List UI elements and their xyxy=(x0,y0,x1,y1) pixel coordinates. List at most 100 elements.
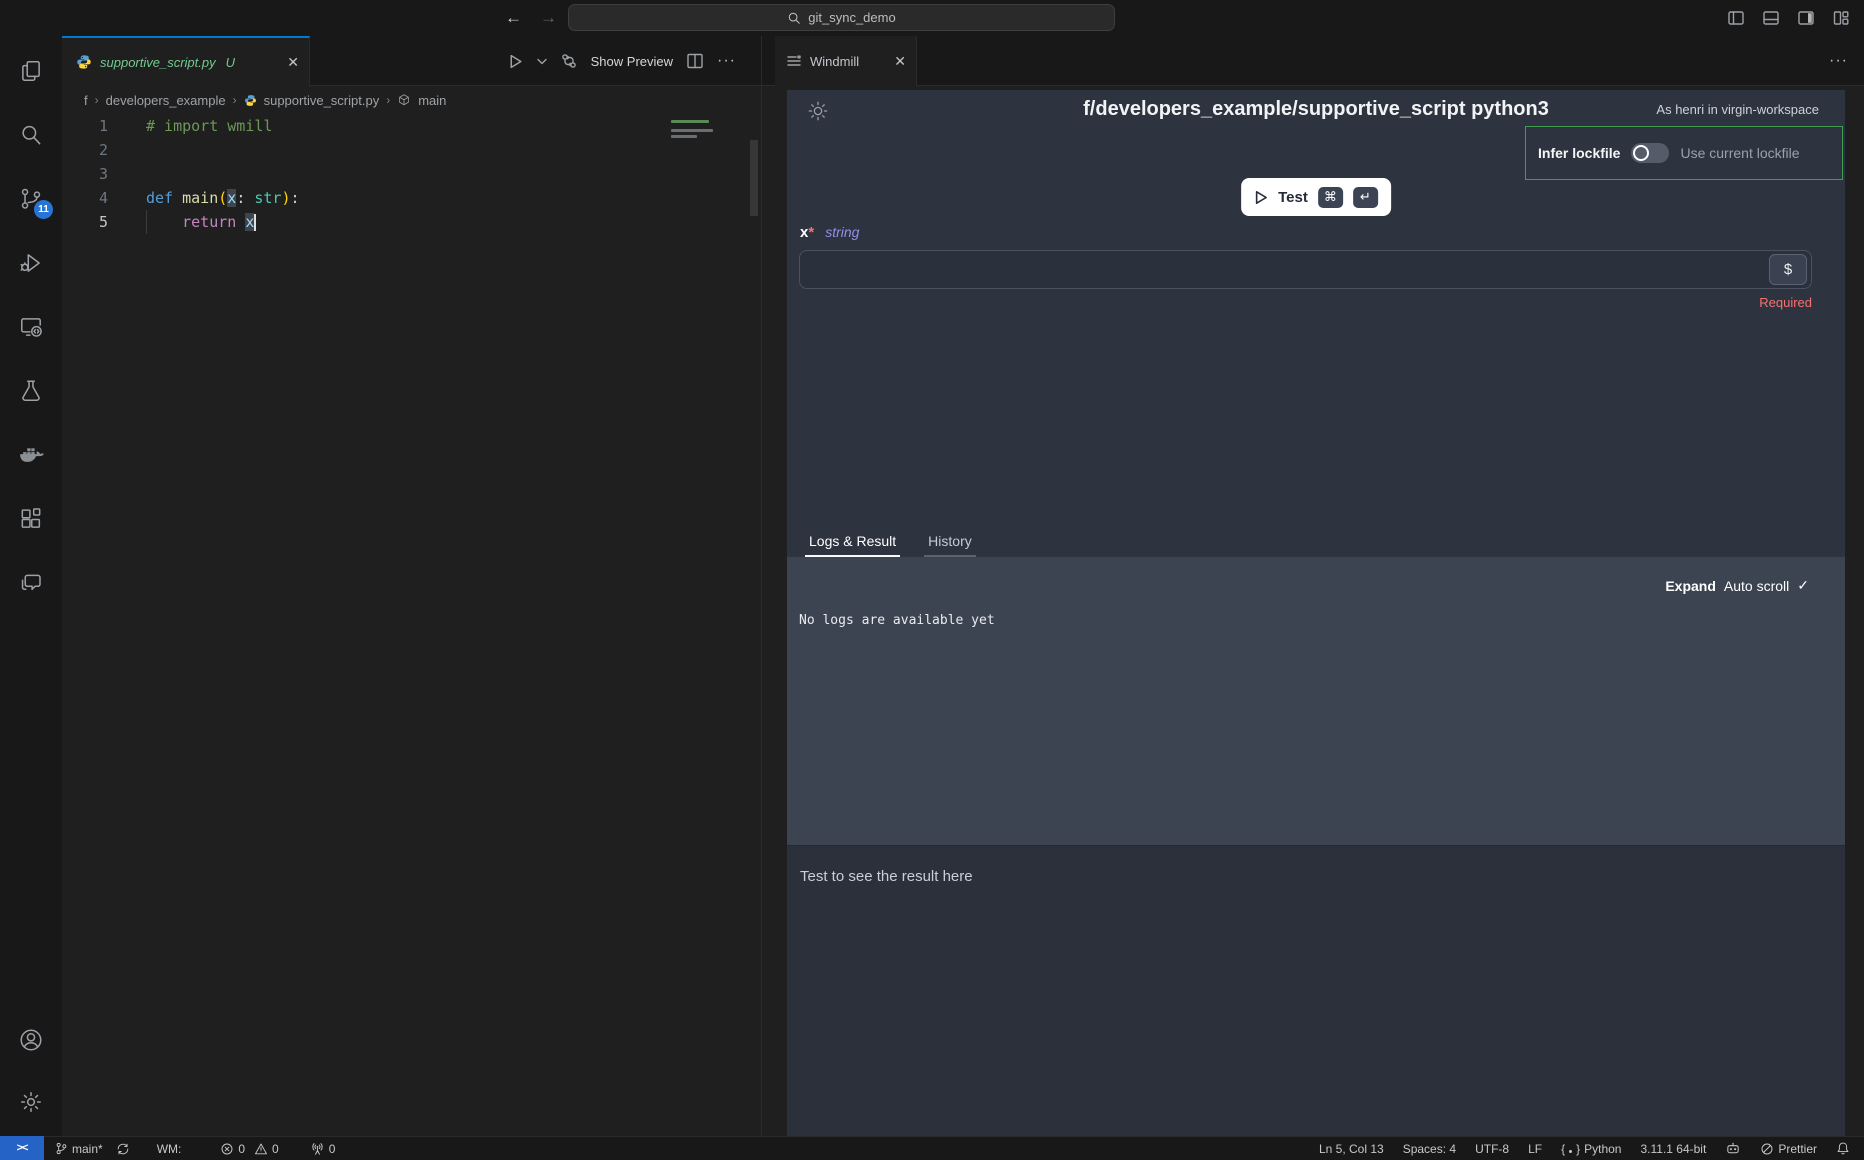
play-icon xyxy=(1254,190,1268,205)
tab-close-icon[interactable]: ✕ xyxy=(894,53,906,70)
formatter-name: Prettier xyxy=(1778,1142,1817,1156)
encoding-item[interactable]: UTF-8 xyxy=(1475,1142,1509,1156)
remote-indicator[interactable]: >< xyxy=(0,1136,44,1160)
wm-status-item[interactable]: WM: xyxy=(157,1142,182,1156)
python-interpreter-item[interactable]: 3.11.1 64-bit xyxy=(1640,1142,1706,1156)
line-number: 4 xyxy=(62,186,108,210)
run-dropdown-chevron-icon[interactable] xyxy=(537,58,547,65)
notifications-bell-icon[interactable] xyxy=(1836,1141,1850,1156)
editor-group: supportive_script.py U ✕ Show Preview xyxy=(62,36,762,1136)
infer-lockfile-label: Infer lockfile xyxy=(1538,145,1620,161)
tab-logs-result[interactable]: Logs & Result xyxy=(805,527,900,557)
enter-key-icon: ↵ xyxy=(1353,187,1378,208)
breadcrumb: f › developers_example › supportive_scri… xyxy=(62,86,761,114)
group-more-actions-icon[interactable]: ··· xyxy=(1829,52,1848,70)
scm-badge: 11 xyxy=(34,200,53,219)
search-value: git_sync_demo xyxy=(808,10,895,25)
title-bar: ← → git_sync_demo xyxy=(0,0,1864,36)
indentation-item[interactable]: Spaces: 4 xyxy=(1403,1142,1456,1156)
autoscroll-check-icon[interactable]: ✓ xyxy=(1797,577,1809,594)
robot-extension-icon[interactable] xyxy=(1725,1141,1741,1156)
open-changes-icon[interactable] xyxy=(560,52,578,70)
code-line[interactable]: 1# import wmill xyxy=(62,114,761,138)
explorer-icon[interactable] xyxy=(17,57,45,85)
breadcrumb-folder[interactable]: developers_example xyxy=(106,93,226,108)
customize-layout-icon[interactable] xyxy=(1832,9,1850,27)
cursor-position-item[interactable]: Ln 5, Col 13 xyxy=(1319,1142,1384,1156)
breadcrumb-separator: › xyxy=(386,93,390,107)
extensions-icon[interactable] xyxy=(17,505,45,533)
docker-icon[interactable] xyxy=(17,441,45,469)
eol-item[interactable]: LF xyxy=(1528,1142,1542,1156)
breadcrumb-folder[interactable]: f xyxy=(84,93,88,108)
remote-explorer-icon[interactable] xyxy=(17,313,45,341)
warning-count: 0 xyxy=(272,1142,279,1156)
arg-type: string xyxy=(825,224,859,240)
code-line[interactable]: 2 xyxy=(62,138,761,162)
arg-x-input[interactable]: $ xyxy=(799,250,1812,289)
test-button-label: Test xyxy=(1278,189,1308,206)
braces-dot xyxy=(1569,1150,1572,1153)
error-count: 0 xyxy=(238,1142,245,1156)
expand-button[interactable]: Expand xyxy=(1665,578,1716,594)
settings-gear-icon[interactable] xyxy=(17,1088,45,1116)
lockfile-toggle[interactable] xyxy=(1631,143,1669,163)
comments-icon[interactable] xyxy=(17,569,45,597)
windmill-tab-bar: Windmill ✕ ··· xyxy=(762,36,1864,86)
git-branch-item[interactable]: main* xyxy=(55,1141,103,1156)
split-editor-icon[interactable] xyxy=(686,52,704,70)
tab-windmill[interactable]: Windmill ✕ xyxy=(775,36,917,86)
editor-more-actions-icon[interactable]: ··· xyxy=(717,52,736,70)
toggle-sidebar-right-icon[interactable] xyxy=(1797,9,1815,27)
vscode-window: { "titlebar": { "search_value": "git_syn… xyxy=(0,0,1864,1160)
search-icon xyxy=(787,11,801,25)
ports-item[interactable]: 0 xyxy=(310,1142,336,1156)
source-control-icon[interactable]: 11 xyxy=(17,185,45,213)
search-sidebar-icon[interactable] xyxy=(17,121,45,149)
tab-git-status: U xyxy=(226,55,235,70)
breadcrumb-file[interactable]: supportive_script.py xyxy=(264,93,380,108)
tab-close-icon[interactable]: ✕ xyxy=(287,54,299,71)
logs-empty-message: No logs are available yet xyxy=(799,613,995,628)
toggle-sidebar-left-icon[interactable] xyxy=(1727,9,1745,27)
problems-item[interactable]: 0 0 xyxy=(220,1142,278,1156)
language-mode-item[interactable]: {} Python xyxy=(1561,1142,1621,1156)
result-area: Test to see the result here xyxy=(787,845,1845,1136)
run-debug-icon[interactable] xyxy=(17,249,45,277)
formatter-item[interactable]: Prettier xyxy=(1760,1142,1817,1156)
code-line[interactable]: 4def main(x: str): xyxy=(62,186,761,210)
breadcrumb-separator: › xyxy=(233,93,237,107)
line-number: 3 xyxy=(62,162,108,186)
tab-supportive-script[interactable]: supportive_script.py U ✕ xyxy=(62,36,310,86)
run-file-icon[interactable] xyxy=(507,53,524,70)
wm-label: WM: xyxy=(157,1142,182,1156)
nav-forward-icon[interactable]: → xyxy=(540,8,557,28)
minimap[interactable] xyxy=(669,116,749,226)
editor-scrollbar[interactable] xyxy=(750,140,758,216)
braces-icon: } xyxy=(1576,1142,1580,1156)
code-line[interactable]: 5 return x xyxy=(62,210,761,234)
testing-beaker-icon[interactable] xyxy=(17,377,45,405)
account-icon[interactable] xyxy=(17,1026,45,1054)
sync-icon[interactable] xyxy=(116,1142,130,1156)
required-validation-text: Required xyxy=(1759,295,1812,310)
activity-bar: 11 xyxy=(0,36,62,1136)
arg-label-row: x* string xyxy=(800,224,859,241)
dollar-button[interactable]: $ xyxy=(1769,254,1807,285)
nav-back-icon[interactable]: ← xyxy=(505,8,522,28)
arg-name: x xyxy=(800,224,808,241)
toggle-knob xyxy=(1633,145,1649,161)
main-area: 11 xyxy=(0,36,1864,1136)
command-center-search[interactable]: git_sync_demo xyxy=(568,4,1115,31)
test-button[interactable]: Test ⌘ ↵ xyxy=(1241,178,1391,216)
show-preview-button[interactable]: Show Preview xyxy=(591,54,673,69)
editor-tab-bar: supportive_script.py U ✕ Show Preview xyxy=(62,36,761,86)
autoscroll-label[interactable]: Auto scroll xyxy=(1724,578,1789,594)
toggle-panel-bottom-icon[interactable] xyxy=(1762,9,1780,27)
code-editor[interactable]: 1# import wmill234def main(x: str):5 ret… xyxy=(62,114,761,1136)
breadcrumb-symbol[interactable]: main xyxy=(418,93,446,108)
tab-history[interactable]: History xyxy=(924,527,976,557)
code-line[interactable]: 3 xyxy=(62,162,761,186)
branch-name: main* xyxy=(72,1142,103,1156)
required-asterisk: * xyxy=(808,224,814,241)
